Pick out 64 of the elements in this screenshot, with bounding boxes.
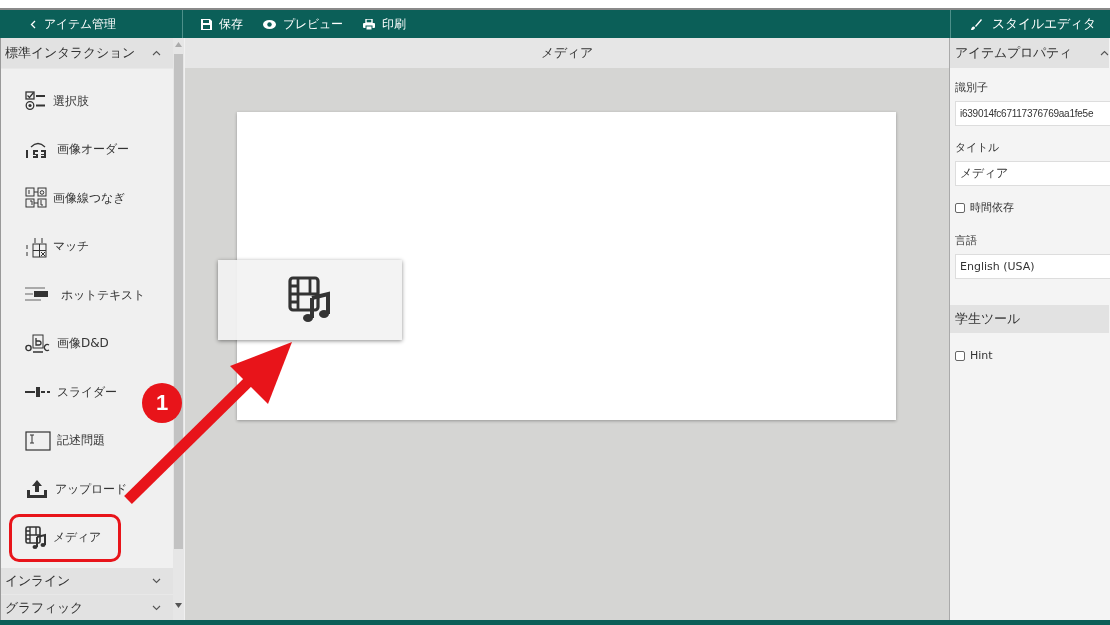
slider-icon xyxy=(25,386,51,399)
palette-item[interactable]: アップロード xyxy=(9,465,127,514)
chevron-left-icon xyxy=(30,19,36,29)
checkbox-label: 時間依存 xyxy=(970,200,1014,215)
upload-icon xyxy=(25,479,49,500)
chevron-down-icon[interactable] xyxy=(152,578,161,584)
section-header[interactable]: アイテムプロパティ xyxy=(950,38,1109,68)
chevron-up-icon[interactable] xyxy=(152,50,161,56)
back-label[interactable]: アイテム管理 xyxy=(44,15,116,33)
field-label: 言語 xyxy=(955,233,978,248)
section-header[interactable]: インライン xyxy=(1,568,173,595)
preview-button[interactable]: プレビュー xyxy=(263,15,343,33)
palette-item[interactable]: スライダー xyxy=(9,368,117,417)
section-title[interactable]: 標準インタラクション xyxy=(5,44,135,62)
language-select[interactable]: English (USA) xyxy=(955,254,1110,279)
film-music-icon xyxy=(288,276,332,324)
print-button[interactable]: 印刷 xyxy=(363,15,406,33)
checkbox-label: Hint xyxy=(970,349,993,362)
text-field[interactable]: メディア xyxy=(955,161,1110,186)
palette-item[interactable]: 画像線つなぎ xyxy=(9,174,125,223)
item-label: 画像線つなぎ xyxy=(53,189,125,207)
scroll-bar[interactable] xyxy=(173,38,184,620)
canvas-title: メディア xyxy=(541,44,593,62)
match-table-icon xyxy=(25,235,47,258)
text-box-icon xyxy=(25,430,51,451)
palette-item[interactable]: マッチ xyxy=(9,222,89,271)
item-label: 画像オーダー xyxy=(57,141,129,159)
brush-icon xyxy=(971,18,982,30)
section-title[interactable]: グラフィック xyxy=(5,599,83,617)
chevron-down-icon[interactable] xyxy=(152,605,161,611)
section-header[interactable]: 学生ツール xyxy=(950,305,1109,333)
section-header[interactable]: 標準インタラクション xyxy=(1,38,173,69)
palette-item[interactable]: 記述問題 xyxy=(9,416,105,465)
item-label: メディア xyxy=(53,529,101,547)
checkbox[interactable] xyxy=(955,202,965,213)
item-label: 記述問題 xyxy=(57,432,105,450)
section-title[interactable]: 学生ツール xyxy=(955,310,1020,328)
item-label: 選択肢 xyxy=(53,92,89,110)
text-field[interactable]: i639014fc67117376769aa1fe5e xyxy=(955,101,1110,126)
film-music-icon xyxy=(25,525,47,550)
palette-item[interactable]: 画像オーダー xyxy=(9,125,129,174)
section-header[interactable]: グラフィック xyxy=(1,595,173,620)
palette-item[interactable]: 選択肢 xyxy=(9,77,89,126)
palette-item[interactable]: メディア xyxy=(9,513,121,562)
palette-item[interactable]: ホットテキスト xyxy=(9,271,145,320)
save-button[interactable]: 保存 xyxy=(201,15,243,33)
checklist-icon xyxy=(25,91,47,112)
item-label: ホットテキスト xyxy=(61,286,145,304)
matching-grid-icon xyxy=(25,187,47,210)
field-label: 識別子 xyxy=(955,80,989,95)
item-label: アップロード xyxy=(55,480,127,498)
item-label: マッチ xyxy=(53,238,89,256)
field-label: タイトル xyxy=(955,140,1000,155)
drag-drop-icon xyxy=(25,333,51,354)
section-title[interactable]: インライン xyxy=(5,572,70,590)
item-label: スライダー xyxy=(57,383,117,401)
section-title[interactable]: アイテムプロパティ xyxy=(955,44,1072,62)
eye-icon xyxy=(263,19,276,29)
print-icon xyxy=(363,18,375,30)
chevron-up-icon[interactable] xyxy=(1100,50,1109,56)
item-label: 画像D&D xyxy=(57,335,109,353)
palette-item[interactable]: 画像D&D xyxy=(9,319,109,368)
checkbox[interactable] xyxy=(955,350,965,361)
save-icon xyxy=(201,18,212,30)
